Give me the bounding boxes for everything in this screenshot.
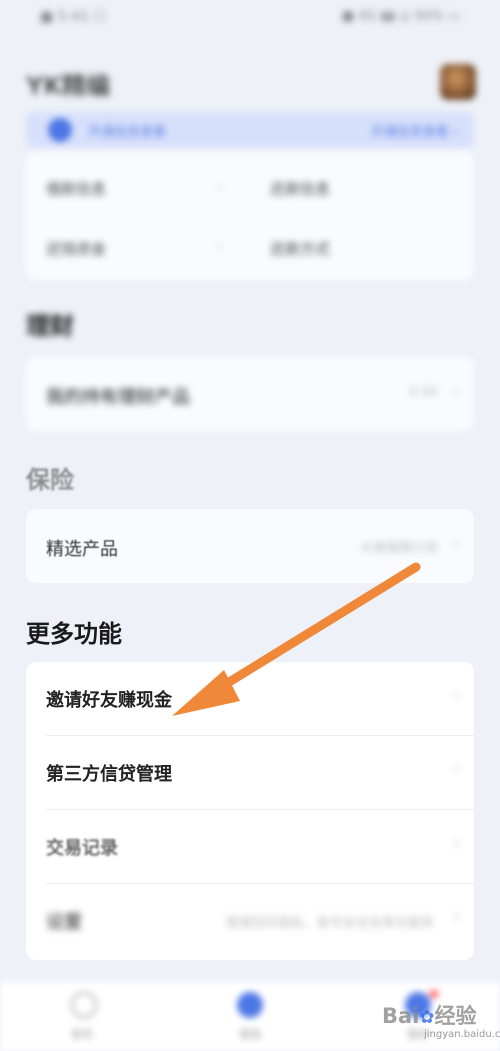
section-title-more: 更多功能 [26,620,122,648]
grid-cell-3[interactable]: 还钱资金 [46,238,106,259]
chevron-right-icon: › [218,179,224,195]
row-label: 我的持有理财产品 [46,387,190,408]
chevron-right-icon: › [452,684,460,705]
insurance-row[interactable]: 精选产品 大病保障计划 › [26,509,474,583]
chevron-right-icon: › [452,832,460,853]
grid-cell-1[interactable]: 借款信息 [46,178,106,199]
more-item-credit-management[interactable]: 第三方信贷管理 › [26,736,474,810]
more-item-transactions[interactable]: 交易记录 › [26,810,474,884]
page-title: YK精编 [26,72,110,100]
tab-home[interactable]: 首页 [22,982,142,1051]
notification-badge [430,990,438,998]
tab-loan[interactable]: 借钱 [190,982,310,1051]
baidu-watermark: Bai✿经验 [382,1000,476,1030]
grid-cell-2[interactable]: 还款信息 [270,178,330,199]
watermark-brand: Bai [382,1004,420,1028]
status-right: ■ 4G ▮▮ ◎ 94% ▭ [341,9,460,24]
avatar[interactable] [440,64,476,100]
chevron-right-icon: › [452,906,460,927]
row-label: 设置 [46,912,82,933]
status-bar: ■ 5:41 ☐ ■ 4G ▮▮ ◎ 94% ▭ [0,0,500,36]
tab-label: 借钱 [239,1028,261,1041]
chevron-right-icon: › [452,381,460,402]
paw-icon: ✿ [419,1007,435,1028]
banner-action[interactable]: 开通信息查看 › [371,121,458,140]
account-grid-card: 借款信息 › 还款信息 还钱资金 › 还款方式 [26,152,474,280]
status-left: ■ 5:41 ☐ [40,9,107,25]
home-icon [71,992,97,1018]
section-title-wealth: 理财 [26,312,74,340]
row-label: 交易记录 [46,838,118,859]
more-item-invite[interactable]: 邀请好友赚现金 › [26,662,474,736]
banner[interactable]: 开通信息查看 开通信息查看 › [26,112,474,148]
more-features-card: 邀请好友赚现金 › 第三方信贷管理 › 交易记录 › 设置 管理您的隐私、账号安… [26,662,474,960]
chevron-right-icon: › [452,758,460,779]
wealth-row[interactable]: 我的持有理财产品 0.00 › [26,357,474,431]
section-title-insurance: 保险 [26,466,74,494]
row-label: 精选产品 [46,539,118,560]
watermark-sub: jingyan.baidu.com [424,1029,500,1040]
banner-text: 开通信息查看 [88,125,167,140]
more-item-settings[interactable]: 设置 管理您的隐私、账号安全及常见服务 › [26,884,474,958]
loan-icon [237,992,263,1018]
grid-cell-4[interactable]: 还款方式 [270,238,330,259]
banner-icon [48,118,72,142]
chevron-right-icon: › [452,533,460,554]
row-label: 邀请好友赚现金 [46,690,172,711]
row-value: 0.00 [409,385,438,400]
chevron-right-icon: › [218,239,224,255]
row-value: 大病保障计划 [359,541,438,556]
row-label: 第三方信贷管理 [46,764,172,785]
tab-label: 首页 [71,1028,93,1041]
watermark-brand-suffix: 经验 [434,1004,477,1028]
row-value: 管理您的隐私、账号安全及常见服务 [225,916,434,931]
